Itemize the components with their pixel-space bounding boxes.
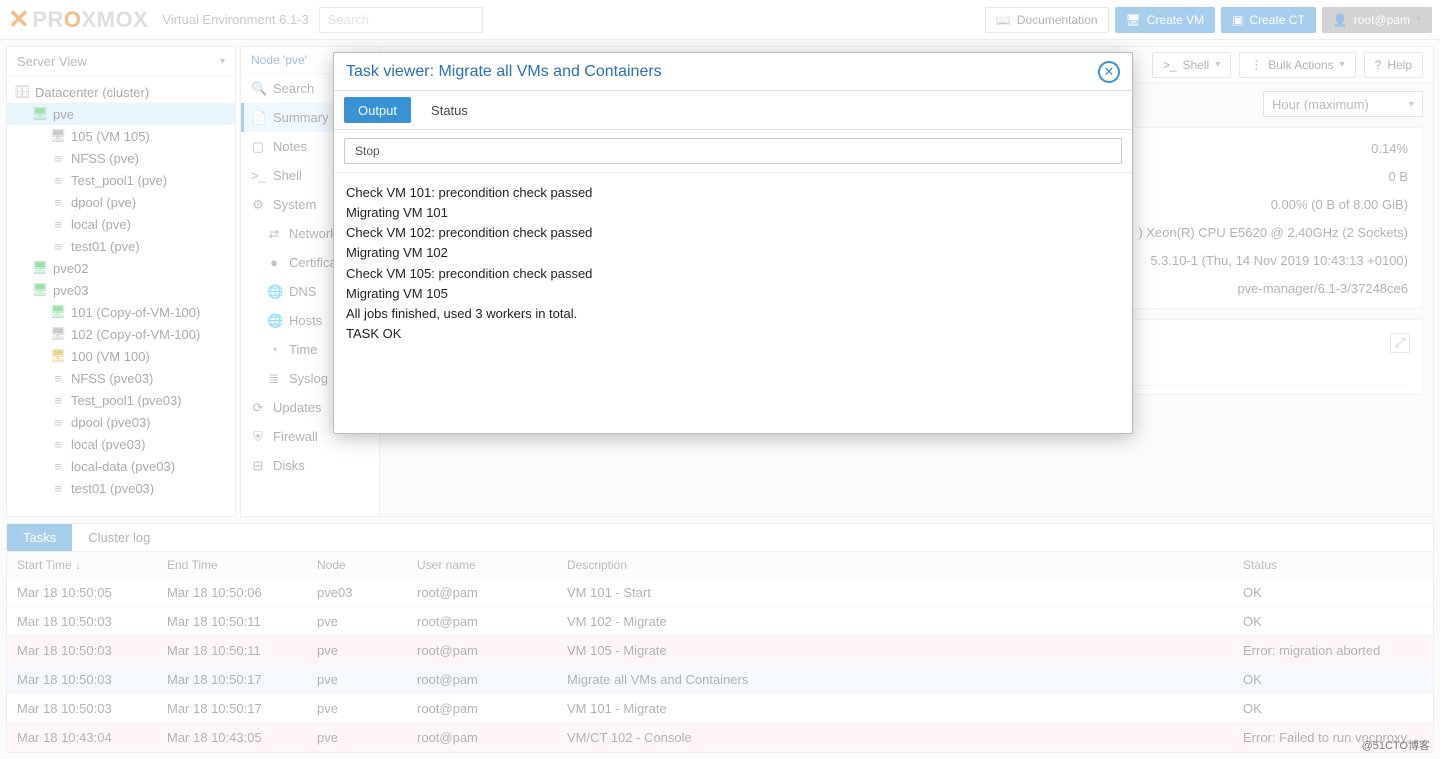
tab-status[interactable]: Status: [417, 97, 482, 123]
log-line: Check VM 102: precondition check passed: [346, 223, 1120, 243]
tab-output[interactable]: Output: [344, 97, 411, 123]
log-line: TASK OK: [346, 324, 1120, 344]
stop-task-button[interactable]: Stop: [344, 138, 1122, 164]
log-line: All jobs finished, used 3 workers in tot…: [346, 304, 1120, 324]
log-line: Migrating VM 105: [346, 284, 1120, 304]
log-line: Check VM 105: precondition check passed: [346, 264, 1120, 284]
log-line: Migrating VM 102: [346, 243, 1120, 263]
close-icon: ✕: [1104, 64, 1115, 80]
task-viewer-dialog: Task viewer: Migrate all VMs and Contain…: [333, 52, 1133, 434]
log-line: Check VM 101: precondition check passed: [346, 183, 1120, 203]
dialog-title: Task viewer: Migrate all VMs and Contain…: [346, 63, 662, 81]
task-output-log: Check VM 101: precondition check passedM…: [334, 173, 1132, 433]
log-line: Migrating VM 101: [346, 203, 1120, 223]
dialog-close-button[interactable]: ✕: [1098, 61, 1120, 83]
watermark: @51CTO博客: [1362, 737, 1430, 753]
